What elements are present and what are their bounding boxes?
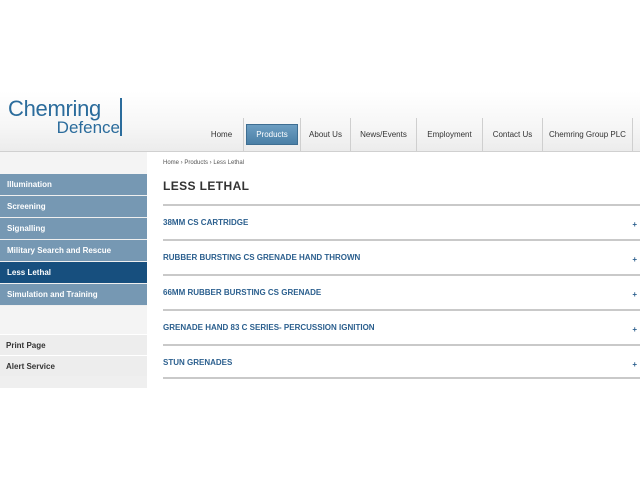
expand-plus-icon[interactable]: + <box>632 290 637 299</box>
expand-plus-icon[interactable]: + <box>632 360 637 369</box>
nav-item-label: About Us <box>309 130 342 139</box>
chemring-defence-logo[interactable]: Chemring Defence <box>8 96 128 140</box>
sidebar-utilities: Print Page Alert Service <box>0 334 147 376</box>
sidebar-spacer <box>0 306 147 334</box>
product-title[interactable]: STUN GRENADES <box>163 358 232 367</box>
product-title[interactable]: 38MM CS CARTRIDGE <box>163 218 248 227</box>
nav-item-label: Home <box>210 130 233 139</box>
nav-item-home[interactable]: Home <box>200 118 244 151</box>
page-title: LESS LETHAL <box>163 179 250 193</box>
product-accordion-item[interactable]: RUBBER BURSTING CS GRENADE HAND THROWN + <box>163 239 640 274</box>
product-title[interactable]: RUBBER BURSTING CS GRENADE HAND THROWN <box>163 253 360 262</box>
sidebar-item-simulation-and-training[interactable]: Simulation and Training <box>0 284 147 305</box>
nav-item-label: Chemring Group PLC <box>549 130 626 139</box>
logo-subtitle: Defence <box>56 118 120 137</box>
sidebar-item-military-search-and-rescue[interactable]: Military Search and Rescue <box>0 240 147 261</box>
product-accordion-item[interactable]: 38MM CS CARTRIDGE + <box>163 204 640 239</box>
product-accordion: 38MM CS CARTRIDGE + RUBBER BURSTING CS GRE… <box>163 204 640 379</box>
expand-plus-icon[interactable]: + <box>632 325 637 334</box>
nav-item-contact-us[interactable]: Contact Us <box>483 118 543 151</box>
nav-item-label: Contact Us <box>492 130 533 139</box>
sidebar-spacer <box>0 152 147 174</box>
main-navigation: Home Products About Us News/Events Employmen… <box>200 118 633 151</box>
sidebar-item-less-lethal[interactable]: Less Lethal <box>0 262 147 283</box>
product-title[interactable]: 66MM RUBBER BURSTING CS GRENADE <box>163 288 321 297</box>
nav-item-chemring-group-plc[interactable]: Chemring Group PLC <box>543 118 633 151</box>
nav-item-products[interactable]: Products <box>244 118 301 151</box>
product-accordion-item[interactable]: STUN GRENADES + <box>163 344 640 379</box>
print-page-link[interactable]: Print Page <box>0 334 147 355</box>
sidebar-menu: Illumination Screening Signalling Military … <box>0 174 147 305</box>
logo-divider <box>120 98 122 136</box>
nav-item-label: Employment <box>427 130 472 139</box>
nav-item-label: Products <box>246 124 298 145</box>
nav-item-label: News/Events <box>360 130 407 139</box>
sidebar-item-signalling[interactable]: Signalling <box>0 218 147 239</box>
sidebar-item-screening[interactable]: Screening <box>0 196 147 217</box>
product-accordion-item[interactable]: 66MM RUBBER BURSTING CS GRENADE + <box>163 274 640 309</box>
nav-item-news-events[interactable]: News/Events <box>351 118 417 151</box>
nav-item-employment[interactable]: Employment <box>417 118 483 151</box>
product-accordion-item[interactable]: GRENADE HAND 83 C SERIES- PERCUSSION IGN… <box>163 309 640 344</box>
nav-item-about-us[interactable]: About Us <box>301 118 351 151</box>
sidebar: Illumination Screening Signalling Military … <box>0 152 147 388</box>
breadcrumb[interactable]: Home › Products › Less Lethal <box>163 160 244 166</box>
expand-plus-icon[interactable]: + <box>632 255 637 264</box>
product-title[interactable]: GRENADE HAND 83 C SERIES- PERCUSSION IGN… <box>163 323 375 332</box>
alert-service-link[interactable]: Alert Service <box>0 355 147 376</box>
expand-plus-icon[interactable]: + <box>632 220 637 229</box>
sidebar-item-illumination[interactable]: Illumination <box>0 174 147 195</box>
